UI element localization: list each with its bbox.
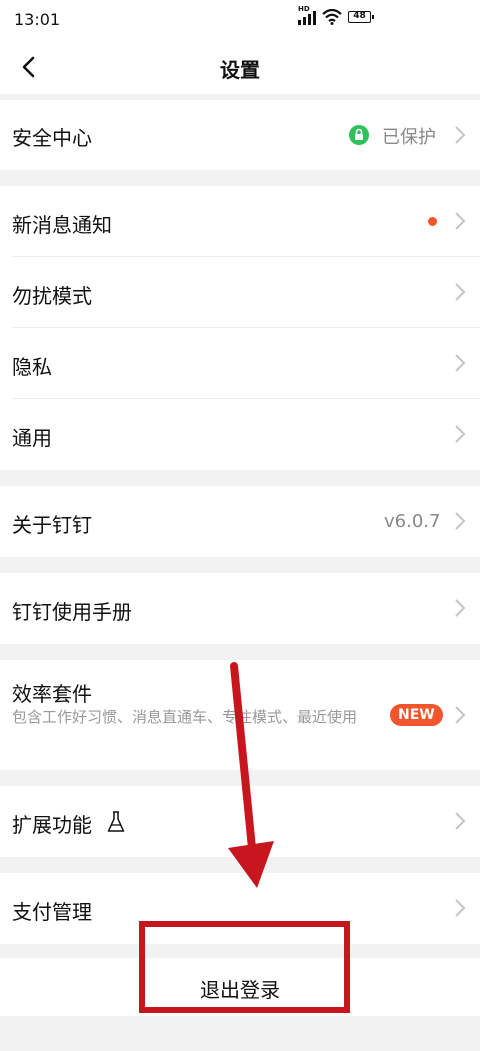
row-label: 勿扰模式 (12, 284, 92, 308)
row-label: 效率套件 (12, 682, 92, 706)
hd-label: HD (298, 5, 310, 13)
row-do-not-disturb[interactable]: 勿扰模式 (0, 257, 480, 328)
row-extensions[interactable]: 扩展功能 (0, 786, 480, 857)
signal-icon: HD (298, 5, 316, 25)
chevron-right-icon (455, 812, 466, 830)
row-general[interactable]: 通用 (0, 399, 480, 470)
unread-dot (428, 217, 437, 226)
row-label: 安全中心 (12, 126, 92, 150)
row-label: 隐私 (12, 355, 52, 379)
flask-icon (107, 811, 125, 832)
row-label: 钉钉使用手册 (12, 600, 132, 624)
wifi-icon (322, 9, 342, 25)
chevron-right-icon (455, 283, 466, 301)
row-label: 扩展功能 (12, 813, 92, 837)
chevron-right-icon (455, 354, 466, 372)
row-privacy[interactable]: 隐私 (0, 328, 480, 399)
row-efficiency-suite[interactable]: 效率套件 包含工作好习惯、消息直通车、专注模式、最近使用 NEW (0, 660, 480, 770)
status-time: 13:01 (14, 10, 61, 29)
chevron-right-icon (455, 706, 466, 724)
new-badge: NEW (390, 704, 443, 726)
annotation-highlight-box (139, 921, 350, 1013)
row-security-center[interactable]: 安全中心 已保护 (0, 100, 480, 170)
battery-icon: 48 (348, 11, 374, 23)
row-label: 关于钉钉 (12, 513, 92, 537)
row-user-manual[interactable]: 钉钉使用手册 (0, 573, 480, 644)
chevron-right-icon (455, 899, 466, 917)
row-about[interactable]: 关于钉钉 v6.0.7 (0, 486, 480, 557)
chevron-right-icon (455, 425, 466, 443)
row-new-message-notification[interactable]: 新消息通知 (0, 186, 480, 257)
row-subtitle: 包含工作好习惯、消息直通车、专注模式、最近使用 (12, 708, 358, 726)
security-status: 已保护 (382, 127, 436, 148)
status-icons: HD 48 (298, 5, 374, 25)
page-title: 设置 (220, 58, 260, 82)
chevron-right-icon (455, 599, 466, 617)
chevron-right-icon (455, 512, 466, 530)
chevron-right-icon (455, 126, 466, 144)
row-label: 通用 (12, 426, 52, 450)
row-label: 新消息通知 (12, 213, 112, 237)
nav-bar: 设置 (0, 40, 480, 94)
version-value: v6.0.7 (384, 511, 441, 532)
row-label: 支付管理 (12, 900, 92, 924)
status-bar: 13:01 HD 48 (0, 0, 480, 40)
chevron-right-icon (455, 212, 466, 230)
lock-icon (349, 125, 369, 145)
